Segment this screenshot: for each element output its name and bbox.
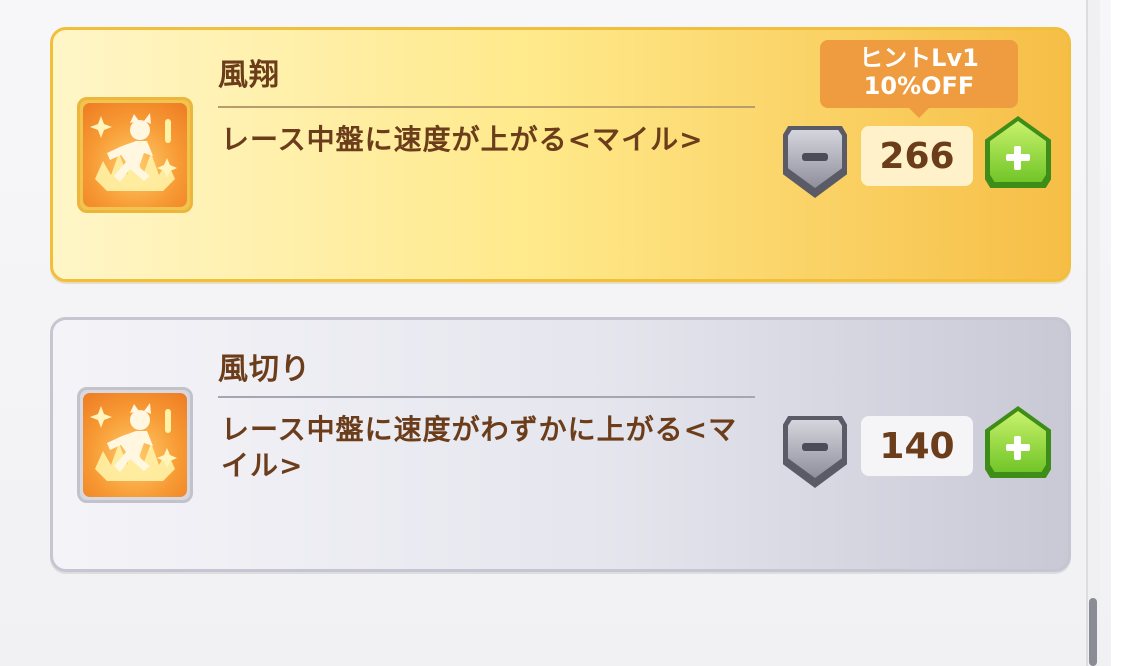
decrease-button[interactable] bbox=[783, 416, 847, 488]
running-character-icon bbox=[83, 103, 187, 207]
skill-description: レース中盤に速度がわずかに上がる<マイル> bbox=[221, 413, 738, 482]
skill-count: 140 bbox=[861, 416, 973, 476]
skill-name: 風切り bbox=[218, 352, 311, 387]
panel-right-edge bbox=[1086, 0, 1100, 666]
skill-description: レース中盤に速度が上がる<マイル> bbox=[221, 123, 704, 156]
skill-card-kazekiri[interactable]: 風切り レース中盤に速度がわずかに上がる<マイル> 140 bbox=[50, 317, 1071, 572]
skill-icon-frame bbox=[77, 97, 193, 213]
hint-level-label: ヒントLv1 bbox=[859, 44, 979, 72]
minus-button-shape[interactable] bbox=[783, 126, 847, 198]
skill-list-screen: 風翔 レース中盤に速度が上がる<マイル> ヒントLv1 10%OFF 266 風… bbox=[0, 0, 1125, 666]
increase-button[interactable] bbox=[985, 406, 1051, 478]
hint-discount-label: 10%OFF bbox=[863, 72, 975, 100]
minus-icon bbox=[802, 153, 828, 161]
minus-icon bbox=[802, 443, 828, 451]
skill-divider bbox=[218, 396, 755, 398]
hint-discount-badge: ヒントLv1 10%OFF bbox=[820, 40, 1018, 118]
decrease-button[interactable] bbox=[783, 126, 847, 198]
scrollbar-thumb[interactable] bbox=[1089, 598, 1097, 666]
scrollbar-track[interactable] bbox=[1111, 0, 1125, 666]
skill-count: 266 bbox=[861, 126, 973, 186]
increase-button[interactable] bbox=[985, 116, 1051, 188]
plus-icon-vertical bbox=[1014, 436, 1021, 460]
skill-name: 風翔 bbox=[218, 58, 280, 93]
plus-icon-vertical bbox=[1014, 146, 1021, 170]
skill-divider bbox=[218, 106, 755, 108]
minus-button-shape[interactable] bbox=[783, 416, 847, 488]
skill-card-fuushou[interactable]: 風翔 レース中盤に速度が上がる<マイル> ヒントLv1 10%OFF 266 bbox=[50, 27, 1071, 282]
running-character-icon bbox=[83, 393, 187, 497]
skill-icon-frame bbox=[77, 387, 193, 503]
